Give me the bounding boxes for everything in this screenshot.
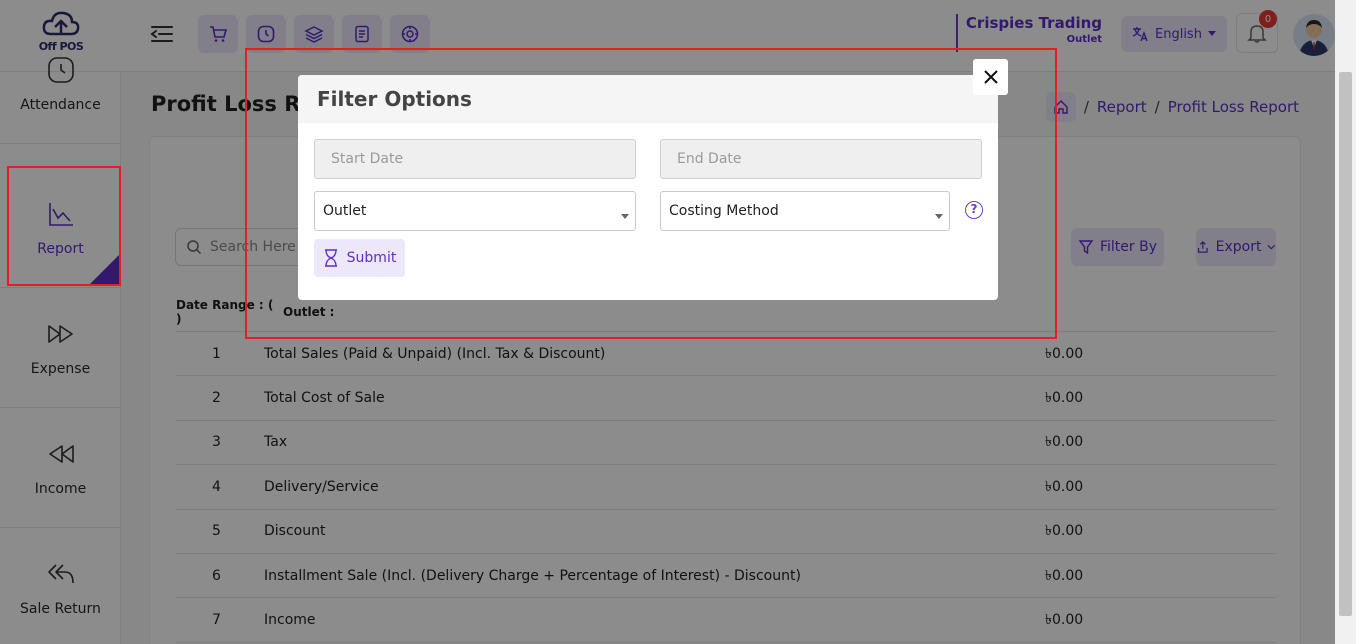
highlight-filter-modal bbox=[245, 48, 1057, 339]
highlight-report-item bbox=[7, 166, 121, 286]
page-scrollbar[interactable] bbox=[1335, 0, 1356, 644]
scrollbar-thumb[interactable] bbox=[1339, 72, 1352, 616]
